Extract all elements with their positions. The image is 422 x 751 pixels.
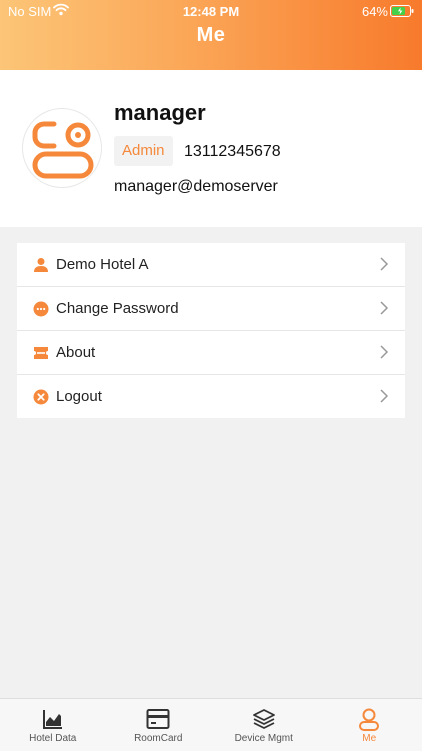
- battery-percent: 64%: [362, 4, 388, 19]
- role-badge: Admin: [114, 136, 173, 166]
- layers-icon: [253, 708, 275, 730]
- chevron-right-icon: [379, 300, 389, 316]
- card-icon: [146, 708, 170, 730]
- ticket-icon: [33, 345, 49, 361]
- area-chart-icon: [42, 708, 64, 730]
- profile-card: manager Admin 13112345678 manager@demose…: [0, 70, 422, 227]
- tab-roomcard[interactable]: RoomCard: [106, 699, 212, 751]
- tab-hotel-data[interactable]: Hotel Data: [0, 699, 106, 751]
- avatar: [22, 108, 102, 188]
- chevron-right-icon: [379, 344, 389, 360]
- tab-me[interactable]: Me: [317, 699, 422, 751]
- profile-name: manager: [114, 100, 206, 126]
- profile-phone: 13112345678: [184, 143, 281, 161]
- menu-item-logout[interactable]: Logout: [17, 375, 405, 418]
- menu-label: Change Password: [56, 300, 179, 317]
- profile-email: manager@demoserver: [114, 178, 278, 196]
- battery-icon: [390, 5, 414, 20]
- tab-label: RoomCard: [106, 733, 212, 744]
- menu-item-hotel[interactable]: Demo Hotel A: [17, 243, 405, 287]
- user-icon: [358, 708, 380, 732]
- menu-item-change-password[interactable]: Change Password: [17, 287, 405, 331]
- dots-icon: [33, 301, 49, 317]
- menu-label: Logout: [56, 388, 102, 405]
- chevron-right-icon: [379, 256, 389, 272]
- chevron-right-icon: [379, 388, 389, 404]
- app-logo-icon: [31, 117, 95, 181]
- person-icon: [33, 257, 49, 273]
- close-circle-icon: [33, 389, 49, 405]
- tab-bar: Hotel Data RoomCard Device Mgmt Me: [0, 698, 422, 751]
- page-title: Me: [0, 24, 422, 47]
- menu-label: Demo Hotel A: [56, 256, 149, 273]
- tab-label: Device Mgmt: [211, 733, 317, 744]
- status-bar: No SIM 12:48 PM 64%: [0, 0, 422, 22]
- menu-item-about[interactable]: About: [17, 331, 405, 375]
- tab-device-mgmt[interactable]: Device Mgmt: [211, 699, 317, 751]
- header-bar: No SIM 12:48 PM 64% Me: [0, 0, 422, 70]
- menu-label: About: [56, 344, 95, 361]
- tab-label: Hotel Data: [0, 733, 106, 744]
- status-time: 12:48 PM: [0, 4, 422, 19]
- settings-menu: Demo Hotel A Change Password About: [17, 243, 405, 418]
- tab-label: Me: [317, 733, 422, 744]
